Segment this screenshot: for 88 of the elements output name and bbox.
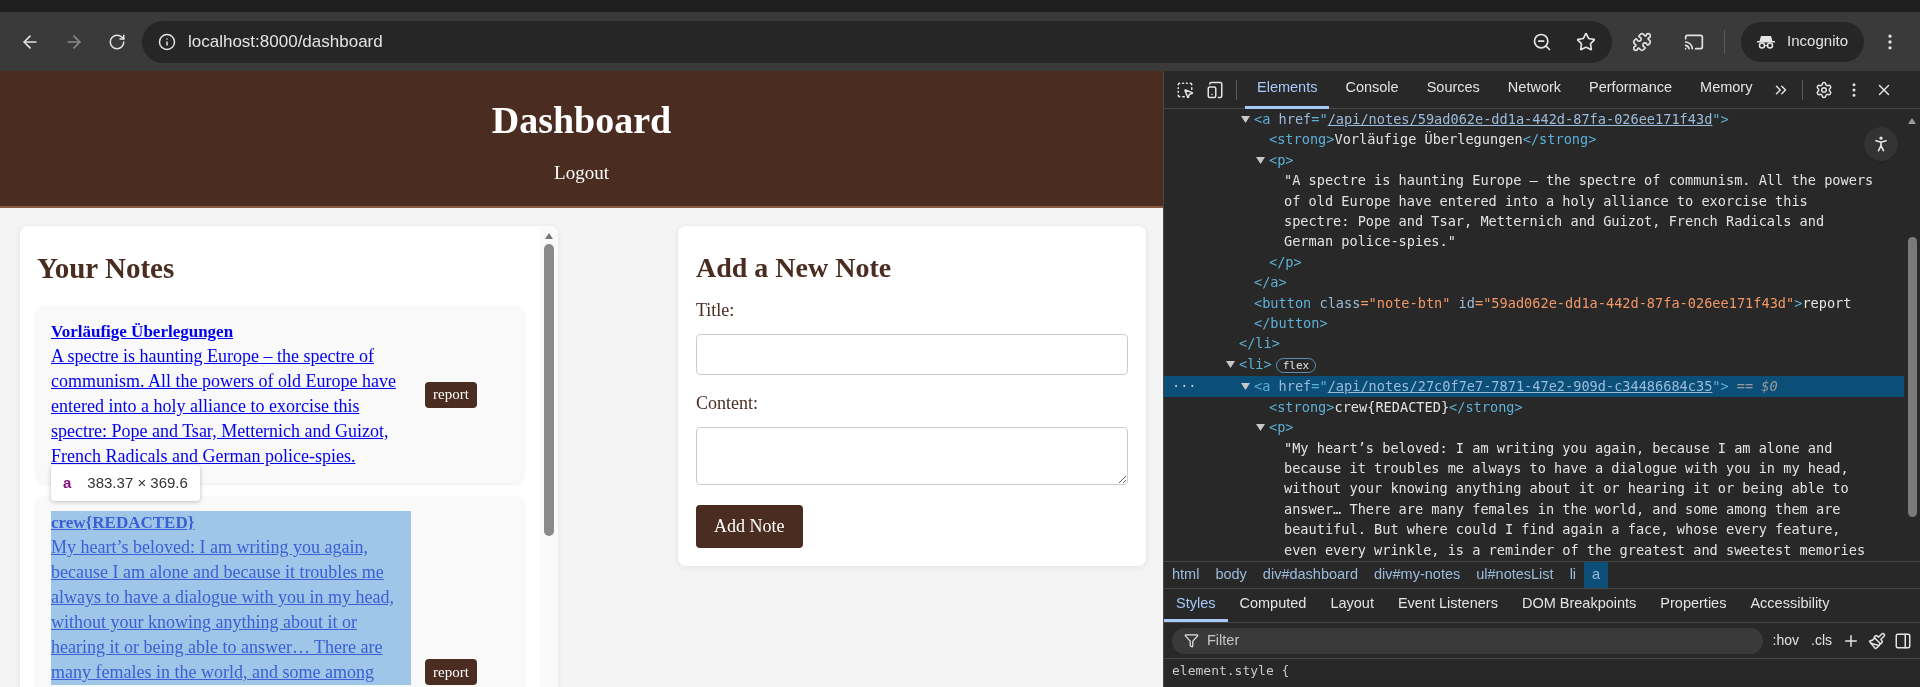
dom-node-text[interactable]: <strong>Vorläufige Überlegungen</strong> — [1269, 129, 1627, 150]
breadcrumb-item[interactable]: html — [1164, 562, 1208, 588]
site-info-icon[interactable] — [158, 32, 176, 51]
settings-icon[interactable] — [1815, 80, 1834, 99]
styles-pane-tab[interactable]: Properties — [1648, 589, 1739, 622]
dom-node-text[interactable]: <a href="/api/notes/27c0f7e7-7871-47e2-909d-c34486684c35"> == $0 — [1254, 376, 1808, 397]
new-note-heading: Add a New Note — [696, 251, 893, 285]
filter-field[interactable]: Filter — [1172, 627, 1763, 654]
expand-caret-icon[interactable] — [1256, 155, 1265, 165]
styles-pane-tab[interactable]: Layout — [1318, 589, 1386, 622]
devtools-tab[interactable]: Elements — [1245, 71, 1330, 109]
tooltip-size: 383.37 × 369.6 — [87, 472, 188, 493]
dom-closing-tag: </li> — [1239, 333, 1280, 354]
pseudo-toggle[interactable]: :hov — [1770, 630, 1801, 651]
breadcrumb-item[interactable]: ul#notesList — [1468, 562, 1562, 588]
dom-node-text[interactable]: "A spectre is haunting Europe – the spectre of communism. All the powers of old Europe have entered into a holy alliance to exorcise this spectre: Pope and Tsar, Metternich and Guizot, French Radicals and German police-spies." — [1284, 170, 1904, 252]
dom-closing-tag: </button> — [1254, 313, 1328, 334]
dom-node-text[interactable]: <p> — [1269, 149, 1324, 171]
page-title: Dashboard — [491, 98, 672, 143]
zoom-out-icon[interactable] — [1532, 31, 1553, 52]
dom-node-text[interactable]: <a href="/api/notes/59ad062e-dd1a-442d-87fa-026ee171f43d"> — [1254, 109, 1759, 130]
dom-row[interactable]: ··· <a href="/api/notes/27c0f7e7-7871-47e2-909d-c34486684c35"> == $0 — [1164, 376, 1904, 397]
dom-row[interactable]: <strong>Vorläufige Überlegungen</strong> — [1164, 129, 1904, 150]
incognito-button[interactable]: Incognito — [1741, 21, 1864, 62]
breadcrumb-item[interactable]: div#my-notes — [1366, 562, 1469, 588]
logout-link[interactable]: Logout — [554, 159, 609, 188]
url-text: localhost:8000/dashboard — [188, 30, 383, 53]
accessibility-button[interactable] — [1864, 127, 1898, 161]
devtools-tab[interactable]: Network — [1495, 71, 1574, 109]
breadcrumb-item[interactable]: li — [1561, 562, 1585, 588]
expand-caret-icon[interactable] — [1256, 423, 1265, 433]
add-note-button[interactable]: Add Note — [696, 505, 803, 548]
styles-pane-tab[interactable]: Accessibility — [1738, 589, 1842, 622]
devtools-tab[interactable]: Console — [1333, 71, 1411, 109]
styles-pane-tab[interactable]: DOM Breakpoints — [1509, 589, 1649, 622]
pseudo-toggle[interactable]: .cls — [1809, 630, 1834, 651]
extensions-icon[interactable] — [1632, 31, 1653, 52]
scrollbar-thumb[interactable] — [1907, 237, 1917, 517]
scrollbar[interactable] — [540, 226, 558, 687]
breadcrumb-item[interactable]: body — [1207, 562, 1255, 588]
paintbrush-icon[interactable] — [1868, 631, 1886, 650]
dom-closing-tag: </a> — [1254, 272, 1287, 293]
dom-node-text[interactable]: <strong>crew{REDACTED}</strong> — [1269, 396, 1553, 418]
dom-node-text[interactable]: <li> flex — [1239, 353, 1347, 377]
scroll-up-icon[interactable] — [1907, 117, 1917, 125]
dom-row[interactable]: <a href="/api/notes/59ad062e-dd1a-442d-87fa-026ee171f43d"> — [1164, 109, 1904, 130]
expand-caret-icon[interactable] — [1241, 115, 1250, 124]
filter-icon — [1184, 633, 1199, 648]
sidebar-toggle-icon[interactable] — [1894, 631, 1912, 650]
device-toolbar-icon[interactable] — [1206, 80, 1224, 99]
dom-row[interactable]: <strong>crew{REDACTED}</strong> — [1164, 396, 1904, 418]
field-label: Title: — [696, 299, 736, 322]
bookmark-star-icon[interactable] — [1576, 31, 1597, 52]
inspect-element-icon[interactable] — [1176, 80, 1194, 99]
dom-row[interactable]: <li> flex — [1164, 353, 1904, 377]
reload-icon[interactable] — [108, 32, 126, 51]
breadcrumb-item[interactable]: a — [1584, 562, 1609, 588]
expand-caret-icon[interactable] — [1226, 359, 1235, 369]
scroll-up-icon[interactable] — [544, 232, 554, 240]
report-button[interactable]: report — [425, 381, 477, 408]
dom-row[interactable]: <p> — [1164, 417, 1904, 438]
devtools-tab[interactable]: Sources — [1414, 71, 1492, 109]
tooltip-tag: a — [63, 471, 72, 495]
row-gutter-dots[interactable]: ··· — [1172, 376, 1197, 397]
field-label: Content: — [696, 392, 759, 415]
dom-row[interactable]: <button class="note-btn" id="59ad062e-dd1a-442d-87fa-026ee171f43d">report — [1164, 292, 1904, 314]
filter-input[interactable]: Filter — [1207, 629, 1751, 652]
dom-closing-tag: </p> — [1269, 251, 1302, 273]
devtools-tab[interactable]: Performance — [1577, 71, 1685, 109]
note-content[interactable]: A spectre is haunting Europe – the spectre of communism. All the powers of old Europe have entered into a holy alliance to exorcise this spectre: Pope and Tsar, Metternich and Guizot, French Radicals and German police-spies. — [51, 344, 411, 469]
title-input[interactable] — [696, 334, 1128, 375]
incognito-icon — [1757, 34, 1776, 49]
devtools-tab[interactable]: Memory — [1688, 71, 1765, 109]
expand-caret-icon[interactable] — [1241, 382, 1250, 392]
breadcrumb-item[interactable]: div#dashboard — [1254, 562, 1366, 588]
notes-heading: Your Notes — [37, 251, 176, 286]
address-bar[interactable]: localhost:8000/dashboard — [142, 20, 1613, 63]
styles-pane-tab[interactable]: Event Listeners — [1385, 589, 1510, 622]
report-button[interactable]: report — [425, 659, 477, 685]
note-title[interactable]: Vorläufige Überlegungen — [51, 320, 411, 344]
dom-node-text[interactable]: "My heart’s beloved: I am writing you again, because I am alone and because it troubles me always to have a dialogue with you in my head, without your knowing anything about it or hearing it or being able to answer… There are many females in the world, and some among them are beautiful. But where could I find again a face, whose every feature, even every wrinkle, is a reminder of the greatest and sweetest memories — [1284, 437, 1904, 560]
dom-row[interactable]: <p> — [1164, 149, 1904, 171]
styles-pane-tab[interactable]: Computed — [1227, 589, 1319, 622]
style-rule-selector: element.style { — [1172, 663, 1290, 678]
styles-pane-tab[interactable]: Styles — [1164, 589, 1228, 622]
scrollbar-thumb[interactable] — [544, 244, 554, 536]
dom-node-text[interactable]: <p> — [1269, 417, 1324, 438]
dom-node-text[interactable]: <button class="note-btn" id="59ad062e-dd1a-442d-87fa-026ee171f43d">report — [1254, 292, 1882, 314]
